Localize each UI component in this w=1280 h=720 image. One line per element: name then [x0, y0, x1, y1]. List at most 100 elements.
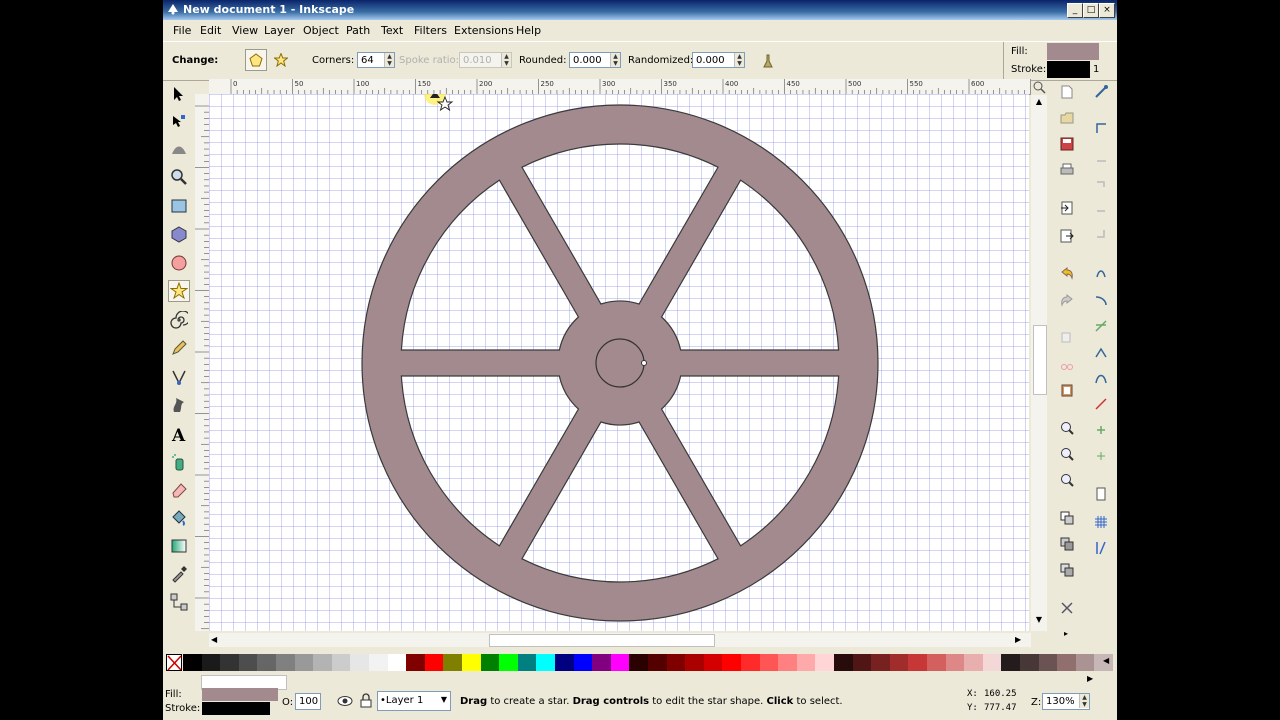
- rectangle-tool[interactable]: [168, 195, 190, 217]
- color-swatch[interactable]: [927, 654, 946, 671]
- color-swatch[interactable]: [1038, 654, 1058, 671]
- snap-bbox-center-icon[interactable]: [1094, 227, 1108, 241]
- zoom-corner-button[interactable]: [1031, 79, 1047, 94]
- selector-tool[interactable]: [168, 83, 190, 105]
- snap-cusp-nodes-icon[interactable]: [1094, 345, 1108, 359]
- undo-icon[interactable]: [1060, 266, 1074, 280]
- status-stroke-swatch[interactable]: [202, 702, 270, 715]
- snap-paths-icon[interactable]: [1094, 293, 1108, 307]
- corners-arrows[interactable]: ▲ ▼: [384, 53, 394, 67]
- horizontal-ruler[interactable]: 050100150200250300350400450500550600650: [209, 79, 1031, 95]
- color-swatch[interactable]: [759, 654, 779, 671]
- menu-edit[interactable]: Edit: [200, 24, 221, 37]
- color-swatch[interactable]: [1001, 654, 1021, 671]
- snap-bbox-corner-icon[interactable]: [1094, 175, 1108, 189]
- palette-scroll-right[interactable]: ▶: [1087, 674, 1093, 683]
- color-swatch[interactable]: [238, 654, 258, 671]
- color-swatch[interactable]: [220, 654, 240, 671]
- color-swatch[interactable]: [313, 654, 333, 671]
- color-swatch[interactable]: [1020, 654, 1039, 671]
- randomized-arrows[interactable]: ▲ ▼: [734, 53, 744, 67]
- layer-dropdown[interactable]: •Layer 1 ▼: [377, 691, 451, 711]
- zoom-spinner[interactable]: 130% ▲ ▼: [1042, 693, 1090, 710]
- rounded-arrows[interactable]: ▲ ▼: [610, 53, 620, 67]
- snap-rotation-center-icon[interactable]: [1094, 449, 1108, 463]
- xml-editor-icon[interactable]: [1060, 601, 1074, 615]
- snap-bbox-edge-icon[interactable]: [1094, 149, 1108, 163]
- color-swatch[interactable]: [424, 654, 444, 671]
- color-swatch[interactable]: [964, 654, 984, 671]
- color-swatch[interactable]: [945, 654, 965, 671]
- tweak-tool[interactable]: [168, 138, 190, 160]
- text-tool[interactable]: A: [168, 423, 190, 445]
- corners-spinner[interactable]: 64 ▲ ▼: [357, 52, 395, 68]
- eye-visibility-icon[interactable]: [337, 694, 353, 708]
- copy-icon[interactable]: [1060, 331, 1074, 345]
- maximize-button[interactable]: □: [1083, 3, 1099, 18]
- fill-color-swatch[interactable]: [1047, 43, 1099, 60]
- snap-grid-icon[interactable]: [1094, 515, 1108, 529]
- calligraphy-tool[interactable]: [168, 394, 190, 416]
- color-swatch[interactable]: [592, 654, 612, 671]
- no-paint-swatch[interactable]: [166, 654, 182, 671]
- close-button[interactable]: ×: [1099, 3, 1115, 18]
- menu-text[interactable]: Text: [381, 24, 403, 37]
- color-swatch[interactable]: [536, 654, 556, 671]
- spray-tool[interactable]: [168, 451, 190, 473]
- color-swatch[interactable]: [276, 654, 295, 671]
- menu-help[interactable]: Help: [516, 24, 541, 37]
- color-swatch[interactable]: [796, 654, 816, 671]
- zoom-tool[interactable]: [168, 166, 190, 188]
- color-swatch[interactable]: [610, 654, 630, 671]
- pencil-tool[interactable]: [168, 337, 190, 359]
- color-swatch[interactable]: [201, 654, 221, 671]
- connector-tool[interactable]: [168, 591, 190, 613]
- menu-file[interactable]: File: [173, 24, 191, 37]
- unlink-clone-icon[interactable]: [1060, 563, 1074, 577]
- reset-defaults-button[interactable]: [757, 50, 779, 72]
- color-swatch[interactable]: [387, 654, 407, 671]
- horizontal-scroll-thumb[interactable]: [489, 634, 715, 647]
- scroll-right-arrow[interactable]: ▶: [1015, 633, 1027, 647]
- menu-path[interactable]: Path: [346, 24, 370, 37]
- color-swatch[interactable]: [908, 654, 928, 671]
- 3d-box-tool[interactable]: [168, 223, 190, 245]
- export-icon[interactable]: [1060, 229, 1074, 243]
- color-swatch[interactable]: [1057, 654, 1077, 671]
- style-indicator[interactable]: Fill: Stroke: 1: [1003, 42, 1116, 80]
- color-swatch[interactable]: [815, 654, 835, 671]
- wheel-shape[interactable]: [361, 104, 879, 622]
- zoom-arrows[interactable]: ▲ ▼: [1079, 694, 1089, 708]
- redo-icon[interactable]: [1060, 293, 1074, 307]
- color-swatch[interactable]: [648, 654, 667, 671]
- vertical-scroll-thumb[interactable]: [1033, 325, 1047, 395]
- star-tool[interactable]: [168, 280, 190, 302]
- color-swatch[interactable]: [257, 654, 277, 671]
- new-document-icon[interactable]: [1060, 85, 1074, 99]
- open-folder-icon[interactable]: [1060, 111, 1074, 125]
- menu-object[interactable]: Object: [303, 24, 339, 37]
- color-swatch[interactable]: [1075, 654, 1095, 671]
- hub-handle[interactable]: [641, 360, 647, 366]
- save-icon[interactable]: [1060, 137, 1074, 151]
- color-swatch[interactable]: [778, 654, 798, 671]
- zoom-selection-icon[interactable]: [1060, 421, 1074, 435]
- color-swatch[interactable]: [369, 654, 388, 671]
- paint-bucket-tool[interactable]: [168, 507, 190, 529]
- color-swatch[interactable]: [443, 654, 463, 671]
- color-swatch[interactable]: [889, 654, 909, 671]
- snap-intersections-icon[interactable]: [1094, 319, 1108, 333]
- stroke-color-swatch[interactable]: [1047, 61, 1090, 78]
- drawing-canvas[interactable]: [209, 94, 1029, 631]
- rounded-spinner[interactable]: 0.000 ▲ ▼: [569, 52, 621, 68]
- color-swatch[interactable]: [406, 654, 426, 671]
- palette-menu-arrow[interactable]: ◀: [1103, 656, 1109, 665]
- polygon-mode-button[interactable]: [245, 49, 267, 71]
- color-swatch[interactable]: [331, 654, 351, 671]
- color-swatch[interactable]: [685, 654, 705, 671]
- snap-bbox-icon[interactable]: [1094, 121, 1108, 135]
- paste-icon[interactable]: [1060, 383, 1074, 397]
- color-swatch[interactable]: [499, 654, 519, 671]
- clone-icon[interactable]: [1060, 537, 1074, 551]
- snap-smooth-nodes-icon[interactable]: [1094, 371, 1108, 385]
